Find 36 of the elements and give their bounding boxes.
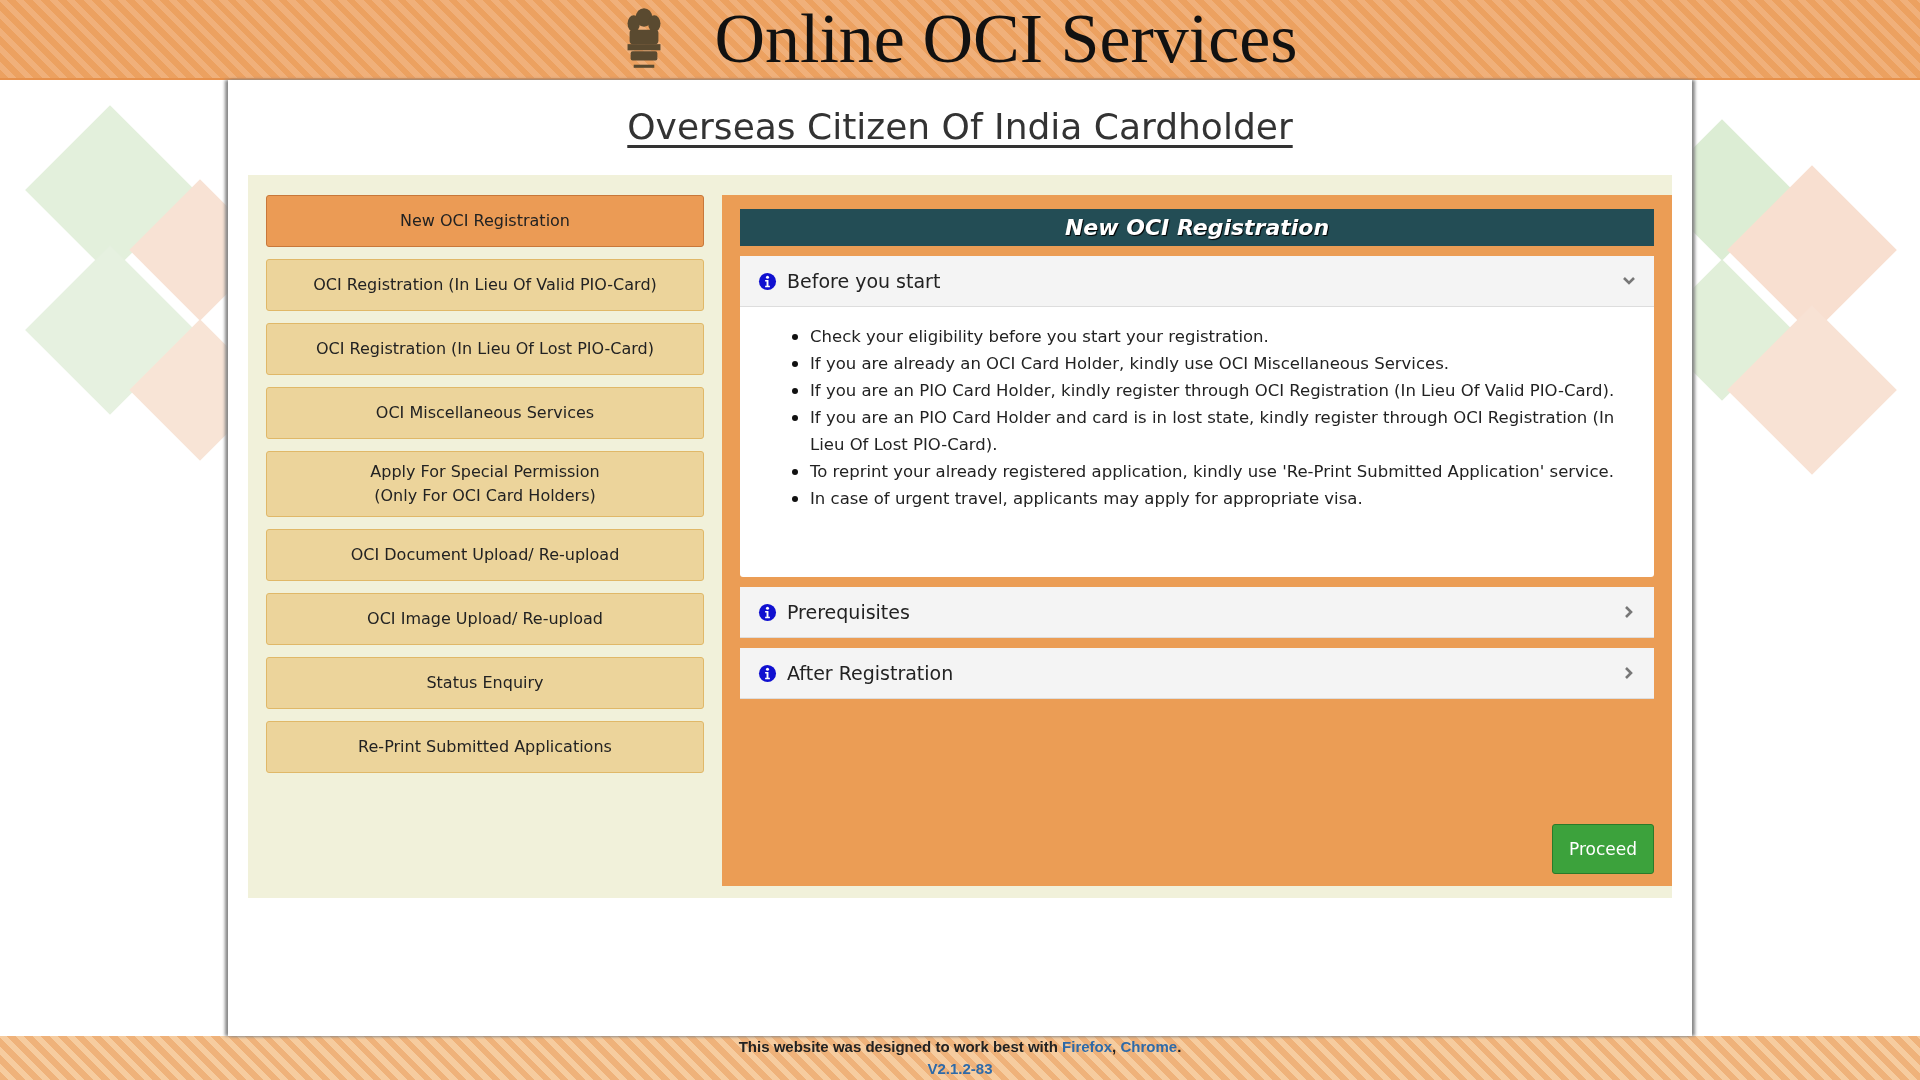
info-bullet: If you are already an OCI Card Holder, kindly use OCI Miscellaneous Services. [810, 353, 1449, 375]
bullet-icon [792, 469, 798, 475]
info-icon [758, 663, 777, 683]
page-title: Overseas Citizen Of India Cardholder [627, 106, 1293, 147]
bullet-icon [792, 388, 798, 394]
bullet-icon [792, 334, 798, 340]
section-title: Prerequisites [787, 601, 911, 623]
menu-button[interactable]: OCI Registration (In Lieu Of Valid PIO-Card) [266, 259, 704, 311]
version-label: V2.1.2-83 [927, 1059, 993, 1079]
info-bullet: To reprint your already registered application, kindly use 'Re-Print Submitted Application' service. [810, 461, 1614, 483]
menu-button[interactable]: OCI Document Upload/ Re-upload [266, 529, 704, 581]
menu-button[interactable]: OCI Image Upload/ Re-upload [266, 593, 704, 645]
menu-button[interactable]: New OCI Registration [266, 195, 704, 247]
bullet-icon [792, 415, 798, 421]
accordion-header[interactable]: Before you start [740, 256, 1654, 307]
info-icon [758, 271, 777, 291]
menu-button[interactable]: Status Enquiry [266, 657, 704, 709]
bullet-icon [792, 361, 798, 367]
accordion-header[interactable]: After Registration [740, 648, 1654, 699]
section-title: Before you start [787, 270, 942, 292]
panel-title: New OCI Registration [740, 209, 1654, 246]
browser-link[interactable]: Firefox [1062, 1038, 1113, 1055]
bullet-icon [792, 496, 798, 502]
browser-note: This website was designed to work best with Firefox, Chrome. [738, 1037, 1182, 1057]
menu-button[interactable]: Re-Print Submitted Applications [266, 721, 704, 773]
menu-button[interactable]: OCI Miscellaneous Services [266, 387, 704, 439]
info-icon [758, 602, 777, 622]
accordion-header[interactable]: Prerequisites [740, 587, 1654, 638]
site-title: Online OCI Services [714, 4, 1298, 74]
info-bullet: If you are an PIO Card Holder, kindly register through OCI Registration (In Lieu Of Valid PIO-Card). [810, 380, 1615, 402]
menu-button[interactable]: OCI Registration (In Lieu Of Lost PIO-Card) [266, 323, 704, 375]
info-bullet: If you are an PIO Card Holder and card is in lost state, kindly register through OCI Registration (In Lieu Of Lost PIO-Card). [810, 407, 1616, 456]
menu-button[interactable]: Apply For Special Permission (Only For OCI Card Holders) [266, 451, 704, 517]
info-bullet: Check your eligibility before you start your registration. [810, 326, 1269, 348]
info-bullet: In case of urgent travel, applicants may apply for appropriate visa. [810, 488, 1363, 510]
section-title: After Registration [787, 662, 955, 684]
